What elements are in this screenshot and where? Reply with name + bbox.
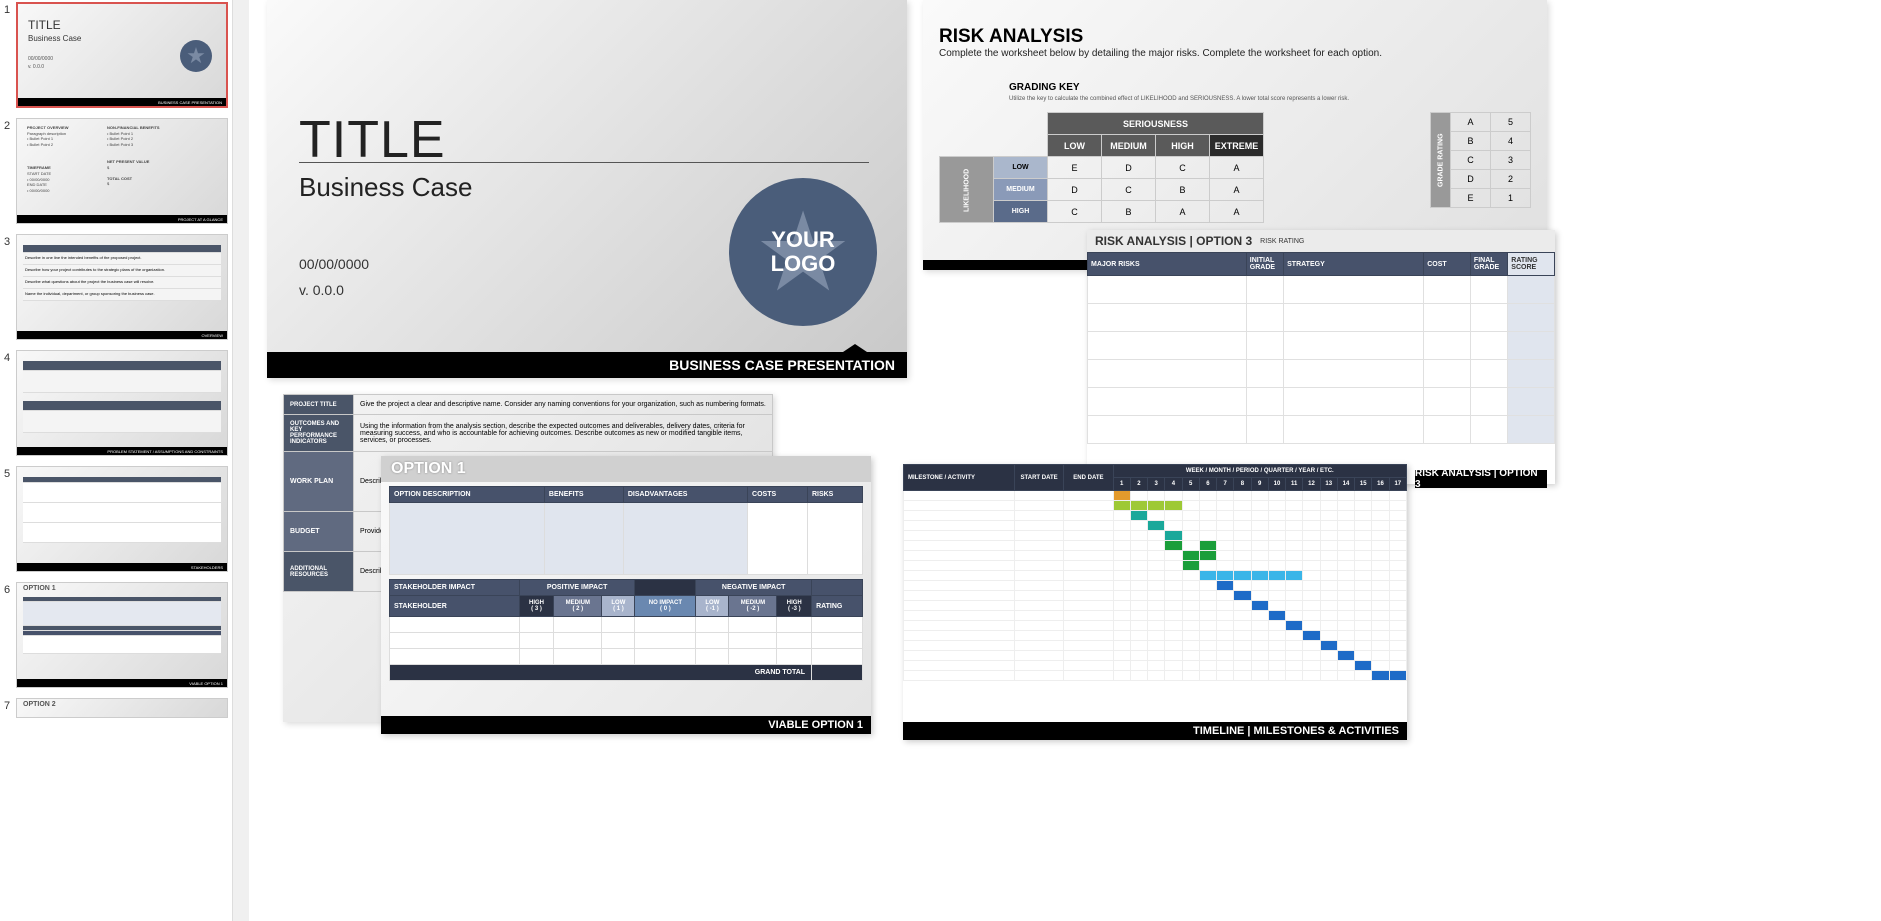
risk-matrix-table: SERIOUSNESS LOWMEDIUMHIGHEXTREME LIKELIH… (939, 112, 1264, 223)
timeline-table: MILESTONE / ACTIVITY START DATE END DATE… (903, 464, 1407, 681)
slide-thumbnail-panel: 1 TITLE Business Case 00/00/0000 v. 0.0.… (0, 0, 232, 921)
option1-table: OPTION DESCRIPTIONBENEFITSDISADVANTAGESC… (389, 486, 863, 575)
thumbnail-2[interactable]: PROJECT OVERVIEWParagraph description• B… (16, 118, 228, 224)
divider (299, 162, 869, 163)
thumbnail-1[interactable]: TITLE Business Case 00/00/0000 v. 0.0.0 … (16, 2, 228, 108)
ra3-footer-label: RISK ANALYSIS | OPTION 3 (1415, 470, 1547, 488)
presentation-subtitle: Business Case (299, 172, 472, 203)
thumb-row-1: 1 TITLE Business Case 00/00/0000 v. 0.0.… (0, 0, 232, 116)
thumbnail-6[interactable]: OPTION 1 VIABLE OPTION 1 (16, 582, 228, 688)
scrollbar[interactable] (233, 0, 249, 921)
slide-risk-option3[interactable]: RISK ANALYSIS | OPTION 3RISK RATING MAJO… (1087, 230, 1555, 484)
version-field: v. 0.0.0 (299, 282, 344, 298)
thumb-number: 1 (4, 2, 16, 16)
slide-timeline[interactable]: MILESTONE / ACTIVITY START DATE END DATE… (903, 464, 1407, 740)
slide-canvas: TITLE Business Case ★ YOURLOGO 00/00/000… (232, 0, 1881, 921)
thumbnail-3[interactable]: Describe in one line the intended benefi… (16, 234, 228, 340)
footer-label: BUSINESS CASE PRESENTATION (267, 352, 907, 378)
risk-option3-table: MAJOR RISKSINITIAL GRADESTRATEGYCOSTFINA… (1087, 252, 1555, 444)
presentation-title: TITLE (299, 110, 446, 170)
slide-option1[interactable]: OPTION 1 OPTION DESCRIPTIONBENEFITSDISAD… (381, 456, 871, 734)
thumbnail-5[interactable]: STAKEHOLDERS (16, 466, 228, 572)
grade-rating-table: GRADE RATINGA5 B4 C3 D2 E1 (1430, 112, 1531, 208)
notch-icon (843, 344, 867, 352)
thumbnail-4[interactable]: PROBLEM STATEMENT / ASSUMPTIONS AND CONS… (16, 350, 228, 456)
thumbnail-7[interactable]: OPTION 2 (16, 698, 228, 718)
slide-title[interactable]: TITLE Business Case ★ YOURLOGO 00/00/000… (267, 0, 907, 378)
logo-icon: ★ (180, 40, 212, 72)
stakeholder-table: STAKEHOLDER IMPACTPOSITIVE IMPACTNEGATIV… (389, 579, 863, 681)
logo-placeholder: ★ YOURLOGO (729, 178, 877, 326)
date-field: 00/00/0000 (299, 256, 369, 272)
